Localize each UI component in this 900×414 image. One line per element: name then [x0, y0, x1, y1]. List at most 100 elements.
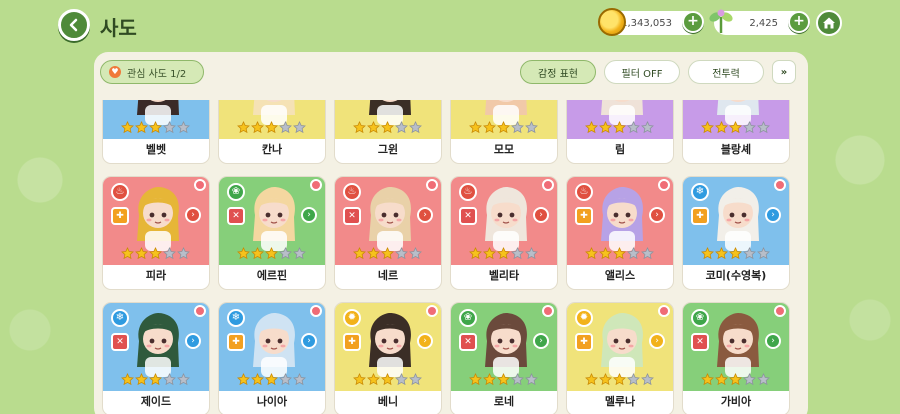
- sword-class-icon: ✕: [227, 207, 245, 225]
- character-name: 가비아: [720, 395, 752, 408]
- character-card[interactable]: ❄ ✕ › 제이드: [102, 302, 210, 414]
- chevron-right-icon: ›: [417, 207, 433, 223]
- star-rating: [701, 121, 770, 135]
- expand-chevron-icon[interactable]: »: [772, 60, 796, 84]
- star-icon: [585, 121, 598, 134]
- star-rating: [469, 247, 538, 261]
- heart-icon: ♥: [109, 66, 121, 78]
- wind-element-icon: ❀: [459, 309, 477, 327]
- star-icon: [701, 121, 714, 134]
- back-arrow-icon: [69, 18, 78, 32]
- star-icon: [265, 373, 278, 386]
- top-bar: 사도 1,343,053 + 2,425 +: [0, 0, 900, 50]
- add-gold-button[interactable]: +: [682, 11, 704, 33]
- character-card[interactable]: ✹✕› 칸나: [218, 100, 326, 164]
- star-icon: [469, 247, 482, 260]
- character-name: 벨리타: [488, 269, 520, 282]
- character-card[interactable]: ♨ ✚ › 앨리스: [566, 176, 674, 290]
- star-icon: [757, 247, 770, 260]
- star-icon: [627, 373, 640, 386]
- character-card[interactable]: ❀ ✕ › 가비아: [682, 302, 790, 414]
- favorites-label: 관심 사도 1/2: [127, 68, 187, 80]
- character-card[interactable]: ☾✚› 블랑셰: [682, 100, 790, 164]
- star-icon: [237, 373, 250, 386]
- gold-counter: 1,343,053 +: [598, 8, 704, 36]
- character-card[interactable]: ☾✕› 림: [566, 100, 674, 164]
- character-name: 칸나: [261, 143, 283, 156]
- star-icon: [483, 373, 496, 386]
- star-rating: [469, 373, 538, 387]
- character-card[interactable]: ❄ ✚ › 나이아: [218, 302, 326, 414]
- filter-bar: ♥ 관심 사도 1/2 감정 표현 필터 OFF 전투력 »: [94, 52, 808, 94]
- character-name: 모모: [493, 143, 515, 156]
- star-icon: [265, 247, 278, 260]
- star-icon: [409, 121, 422, 134]
- character-illustration: [601, 187, 643, 251]
- star-icon: [395, 373, 408, 386]
- wind-element-icon: ❀: [691, 309, 709, 327]
- star-icon: [715, 373, 728, 386]
- character-illustration: [253, 187, 295, 251]
- star-icon: [641, 373, 654, 386]
- character-portrait: ♨ ✕ ›: [451, 177, 557, 265]
- star-icon: [511, 373, 524, 386]
- emotion-button[interactable]: 감정 표현: [520, 60, 596, 84]
- water-element-icon: ❄: [111, 309, 129, 327]
- chevron-right-icon: ›: [417, 333, 433, 349]
- star-icon: [743, 121, 756, 134]
- character-card[interactable]: ❀ ✕ › 에르핀: [218, 176, 326, 290]
- back-button[interactable]: [58, 9, 90, 41]
- character-card[interactable]: ✹ ✚ › 베니: [334, 302, 442, 414]
- character-card[interactable]: ✹✚› 그윈: [334, 100, 442, 164]
- star-rating: [121, 373, 190, 387]
- star-icon: [729, 373, 742, 386]
- chevron-right-icon: ›: [649, 333, 665, 349]
- star-icon: [367, 247, 380, 260]
- star-icon: [729, 247, 742, 260]
- character-card[interactable]: ✹✕› 모모: [450, 100, 558, 164]
- star-icon: [121, 373, 134, 386]
- plus-class-icon: ✚: [575, 333, 593, 351]
- star-rating: [585, 121, 654, 135]
- character-card[interactable]: ♨ ✕ › 벨리타: [450, 176, 558, 290]
- star-icon: [701, 373, 714, 386]
- character-card[interactable]: ♨ ✚ › 피라: [102, 176, 210, 290]
- star-icon: [641, 247, 654, 260]
- sprout-icon: [709, 9, 733, 34]
- star-icon: [715, 247, 728, 260]
- flower-badge-icon: [542, 179, 554, 191]
- star-icon: [757, 373, 770, 386]
- add-leaf-button[interactable]: +: [788, 11, 810, 33]
- sort-power-button[interactable]: 전투력: [688, 60, 764, 84]
- star-icon: [525, 121, 538, 134]
- star-icon: [395, 121, 408, 134]
- gold-amount: 1,343,053: [621, 17, 672, 29]
- character-name: 제이드: [140, 395, 172, 408]
- coin-icon: [598, 8, 626, 36]
- star-icon: [585, 373, 598, 386]
- character-card[interactable]: ♨ ✕ › 네르: [334, 176, 442, 290]
- star-rating: [121, 247, 190, 261]
- character-card[interactable]: ✹ ✚ › 멜루나: [566, 302, 674, 414]
- character-illustration: [369, 187, 411, 251]
- character-card[interactable]: ❀ ✕ › 로네: [450, 302, 558, 414]
- filter-button[interactable]: 필터 OFF: [604, 60, 680, 84]
- plus-class-icon: ✚: [343, 333, 361, 351]
- star-icon: [469, 373, 482, 386]
- star-icon: [599, 247, 612, 260]
- character-card[interactable]: ❄▼› 벨벳: [102, 100, 210, 164]
- character-card[interactable]: ❄ ✚ › 코미(수영복): [682, 176, 790, 290]
- star-icon: [177, 121, 190, 134]
- star-icon: [163, 373, 176, 386]
- star-icon: [627, 247, 640, 260]
- favorites-toggle[interactable]: ♥ 관심 사도 1/2: [100, 60, 204, 84]
- star-icon: [613, 247, 626, 260]
- chevron-right-icon: ›: [765, 207, 781, 223]
- plus-class-icon: ✚: [111, 207, 129, 225]
- character-portrait: ❄ ✚ ›: [219, 303, 325, 391]
- star-icon: [279, 373, 292, 386]
- home-button[interactable]: [816, 10, 842, 36]
- star-icon: [641, 121, 654, 134]
- star-icon: [121, 121, 134, 134]
- chevron-right-icon: ›: [765, 333, 781, 349]
